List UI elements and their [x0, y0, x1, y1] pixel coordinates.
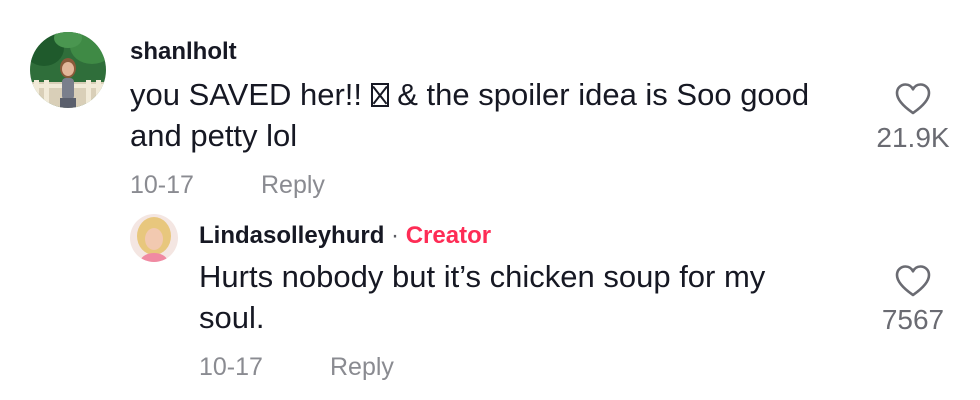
avatar[interactable] [130, 214, 178, 262]
separator-dot: · [391, 222, 400, 249]
reply-username[interactable]: Lindasolleyhurd · Creator [199, 222, 491, 250]
reply-date: 10-17 [199, 353, 263, 381]
reply-author[interactable]: Lindasolleyhurd [199, 222, 384, 249]
like-count: 7567 [881, 304, 945, 335]
reply-button[interactable]: Reply [261, 171, 325, 200]
like-button[interactable]: 7567 [868, 264, 958, 336]
heart-outline-icon[interactable] [894, 264, 932, 298]
like-count: 21.9K [876, 122, 950, 153]
comment-username[interactable]: shanlholt [130, 38, 237, 66]
like-button[interactable]: 21.9K [868, 82, 958, 154]
heart-outline-icon[interactable] [894, 82, 932, 116]
comment-date: 10-17 [130, 171, 194, 199]
comment-text: you SAVED her!! & the spoiler idea is So… [130, 74, 850, 156]
creator-badge: Creator [405, 222, 492, 249]
reply-button[interactable]: Reply [330, 353, 394, 382]
comment-text-part: you SAVED her!! [130, 77, 371, 112]
reply-text: Hurts nobody but it’s chicken soup for m… [199, 259, 766, 335]
avatar[interactable] [30, 32, 106, 108]
unsupported-emoji-icon [370, 83, 389, 107]
